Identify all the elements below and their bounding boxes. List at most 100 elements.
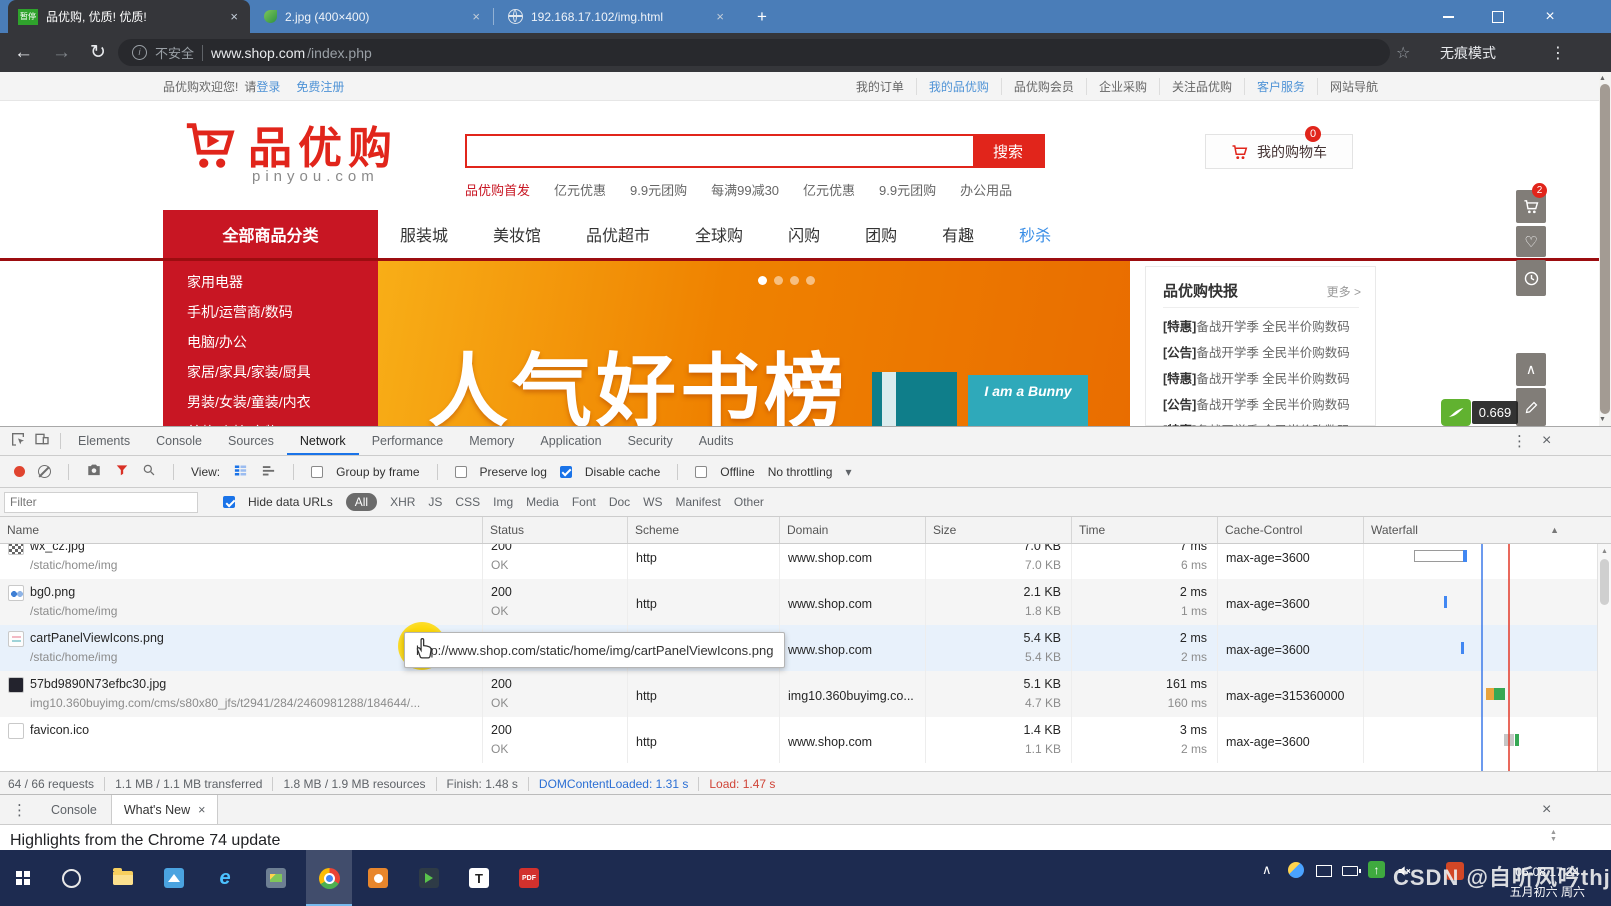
taskbar-photos-app[interactable] [153,862,195,894]
category-item[interactable]: 家居/家具/家装/厨具 [163,357,378,387]
topbar-link-orders[interactable]: 我的订单 [844,78,916,95]
tab-close-icon[interactable]: × [228,9,240,24]
news-item[interactable]: [特惠]备战开学季 全民半价购数码 [1146,366,1377,392]
login-link[interactable]: 登录 [256,78,280,95]
back-icon[interactable]: ← [14,33,33,72]
taskbar-file-explorer[interactable] [102,862,144,894]
column-header-name[interactable]: Name [0,517,482,543]
search-input[interactable] [467,136,973,166]
taskbar-typora-app[interactable]: T [458,862,500,894]
request-row[interactable]: 57bd9890N73efbc30.jpgimg10.360buyimg.com… [0,671,1611,717]
devtools-close-icon[interactable]: × [1542,432,1551,450]
column-header-waterfall[interactable]: Waterfall ▲ [1363,517,1611,543]
devtools-tab-elements[interactable]: Elements [65,427,143,455]
category-item[interactable]: 电脑/办公 [163,327,378,357]
topbar-link-service[interactable]: 客户服务 [1244,78,1317,95]
hotword-link[interactable]: 9.9元团购 [630,180,687,199]
topbar-link-follow[interactable]: 关注品优购 [1159,78,1244,95]
tray-updater-icon[interactable]: ↑ [1368,861,1385,878]
news-item[interactable]: [特惠]备战开学季 全民半价购数码 [1146,418,1377,426]
filter-type-css[interactable]: CSS [455,495,480,509]
nav-item[interactable]: 全球购 [695,222,743,246]
nav-item[interactable]: 品优超市 [586,222,650,246]
my-cart-button[interactable]: 我的购物车 [1205,134,1353,169]
devtools-tab-audits[interactable]: Audits [686,427,747,455]
topbar-link-member[interactable]: 品优购会员 [1001,78,1086,95]
nav-item[interactable]: 团购 [865,222,897,246]
tab-close-icon[interactable]: × [714,9,726,24]
tray-display-icon[interactable] [1316,865,1332,877]
topbar-link-sitemap[interactable]: 网站导航 [1317,78,1390,95]
bookmark-star-icon[interactable]: ☆ [1396,33,1410,72]
screen-recorder-leaf-icon[interactable] [1441,399,1471,426]
reload-icon[interactable]: ↻ [90,33,106,72]
register-link[interactable]: 免费注册 [296,78,344,95]
search-icon[interactable] [142,463,156,480]
offline-label[interactable]: Offline [720,465,754,479]
device-toolbar-icon[interactable] [34,431,50,452]
preserve-log-checkbox[interactable] [455,466,467,478]
devtools-menu-icon[interactable]: ⋮ [1512,432,1527,450]
devtools-tab-performance[interactable]: Performance [359,427,457,455]
hotword-link[interactable]: 亿元优惠 [803,180,855,199]
request-row[interactable]: favicon.ico 200OK http www.shop.com 1.4 … [0,717,1611,763]
devtools-tab-sources[interactable]: Sources [215,427,287,455]
category-item[interactable]: 美妆/个护/宠物 [163,417,378,426]
scrollbar-thumb[interactable] [1600,559,1609,605]
taskbar-pdf-app[interactable]: PDF [508,862,550,894]
category-header[interactable]: 全部商品分类 [163,210,378,258]
filter-type-xhr[interactable]: XHR [390,495,415,509]
category-item[interactable]: 男装/女装/童装/内衣 [163,387,378,417]
devtools-tab-console[interactable]: Console [143,427,215,455]
screenshot-camera-icon[interactable] [86,463,102,480]
window-maximize-button[interactable] [1478,0,1518,33]
throttling-select[interactable]: No throttling [768,465,833,479]
drawer-tab-whats-new[interactable]: What's New × [111,795,219,824]
record-button[interactable] [14,466,25,477]
page-scrollbar[interactable]: ▲ ▼ [1599,72,1611,426]
topbar-link-my-pinyou[interactable]: 我的品优购 [916,78,1001,95]
request-row[interactable]: bg0.png/static/home/img 200OK http www.s… [0,579,1611,625]
filter-type-font[interactable]: Font [572,495,596,509]
taskbar-image-viewer[interactable] [255,862,297,894]
carousel-dots[interactable] [758,272,822,290]
hotword-link[interactable]: 品优购首发 [465,180,530,199]
request-row[interactable]: wx_cz.jpg/static/home/img 200OK http www… [0,544,1611,579]
filter-type-other[interactable]: Other [734,495,764,509]
forward-icon[interactable]: → [52,33,71,72]
browser-tab-local[interactable]: 192.168.17.102/img.html × [498,0,736,33]
view-grid-icon[interactable] [233,463,248,481]
column-header-status[interactable]: Status [482,517,627,543]
inspect-element-icon[interactable] [10,431,26,452]
table-scrollbar[interactable]: ▲ [1597,544,1611,771]
filter-type-media[interactable]: Media [526,495,559,509]
drawer-tab-console[interactable]: Console [37,803,111,817]
filter-funnel-icon[interactable] [115,463,129,480]
news-item[interactable]: [公告]备战开学季 全民半价购数码 [1146,340,1377,366]
filter-type-img[interactable]: Img [493,495,513,509]
disable-cache-label[interactable]: Disable cache [585,465,660,479]
scrollbar-thumb[interactable] [1600,84,1610,414]
hotword-link[interactable]: 办公用品 [960,180,1012,199]
tray-cloud-icon[interactable] [1288,862,1304,878]
taskbar-start-button[interactable] [2,862,44,894]
browser-menu-icon[interactable]: ⋮ [1550,33,1566,72]
view-list-icon[interactable] [261,463,276,481]
hide-data-urls-label[interactable]: Hide data URLs [248,495,333,509]
nav-item[interactable]: 有趣 [942,222,974,246]
column-header-scheme[interactable]: Scheme [627,517,779,543]
column-header-cache-control[interactable]: Cache-Control [1217,517,1363,543]
scroll-down-icon[interactable]: ▼ [1599,416,1611,423]
column-header-time[interactable]: Time [1071,517,1217,543]
tray-hidden-icons-chevron[interactable]: ∧ [1262,862,1272,878]
search-button[interactable]: 搜索 [973,136,1043,166]
logo-name[interactable]: 品优购 [248,112,398,176]
filter-type-doc[interactable]: Doc [609,495,630,509]
taskbar-cortana-button[interactable] [50,862,92,894]
taskbar-chrome-active[interactable] [308,862,350,894]
taskbar-media-app[interactable] [408,862,450,894]
new-tab-button[interactable]: + [750,5,774,29]
nav-item[interactable]: 美妆馆 [493,222,541,246]
scroll-up-icon[interactable]: ▲ [1599,72,1611,82]
address-bar[interactable]: i 不安全 www.shop.com /index.php [118,39,1390,66]
